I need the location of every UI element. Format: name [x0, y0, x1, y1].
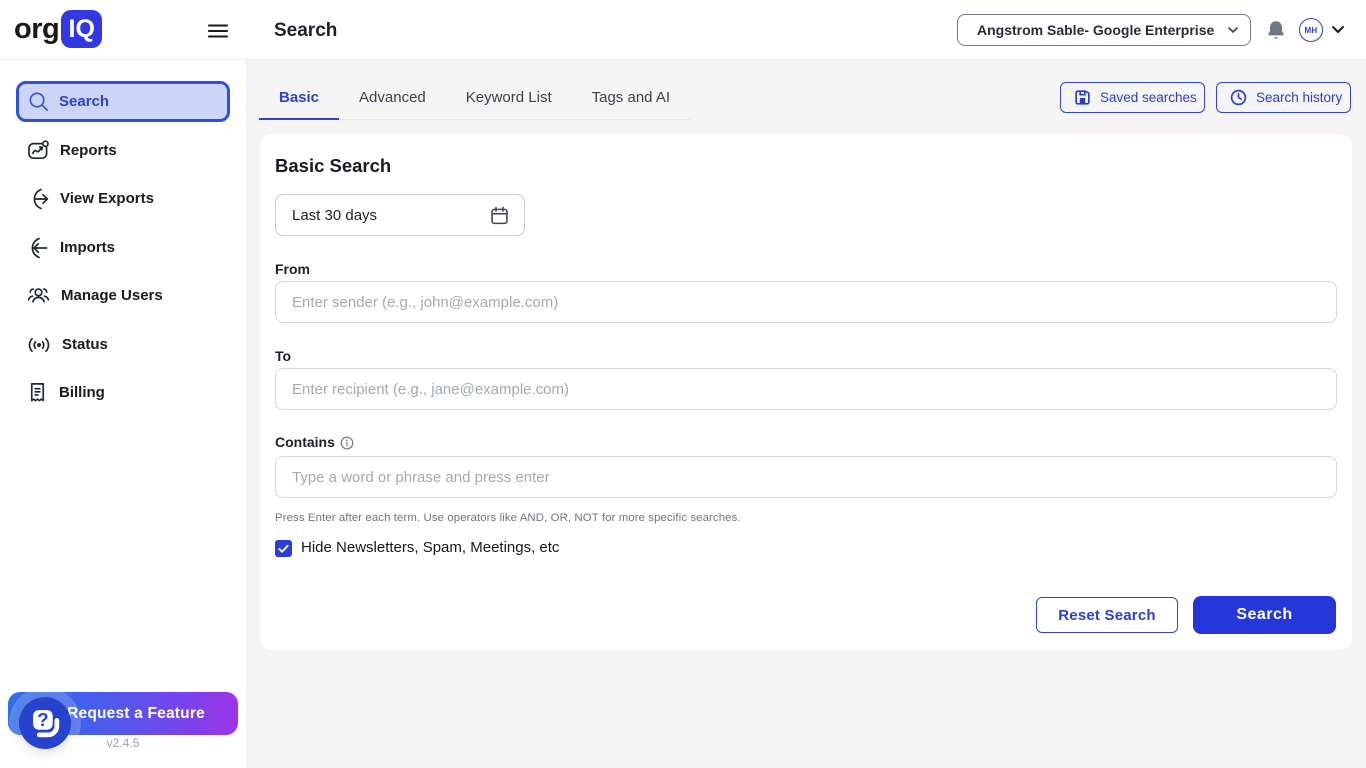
svg-text:?: ? [37, 708, 48, 729]
